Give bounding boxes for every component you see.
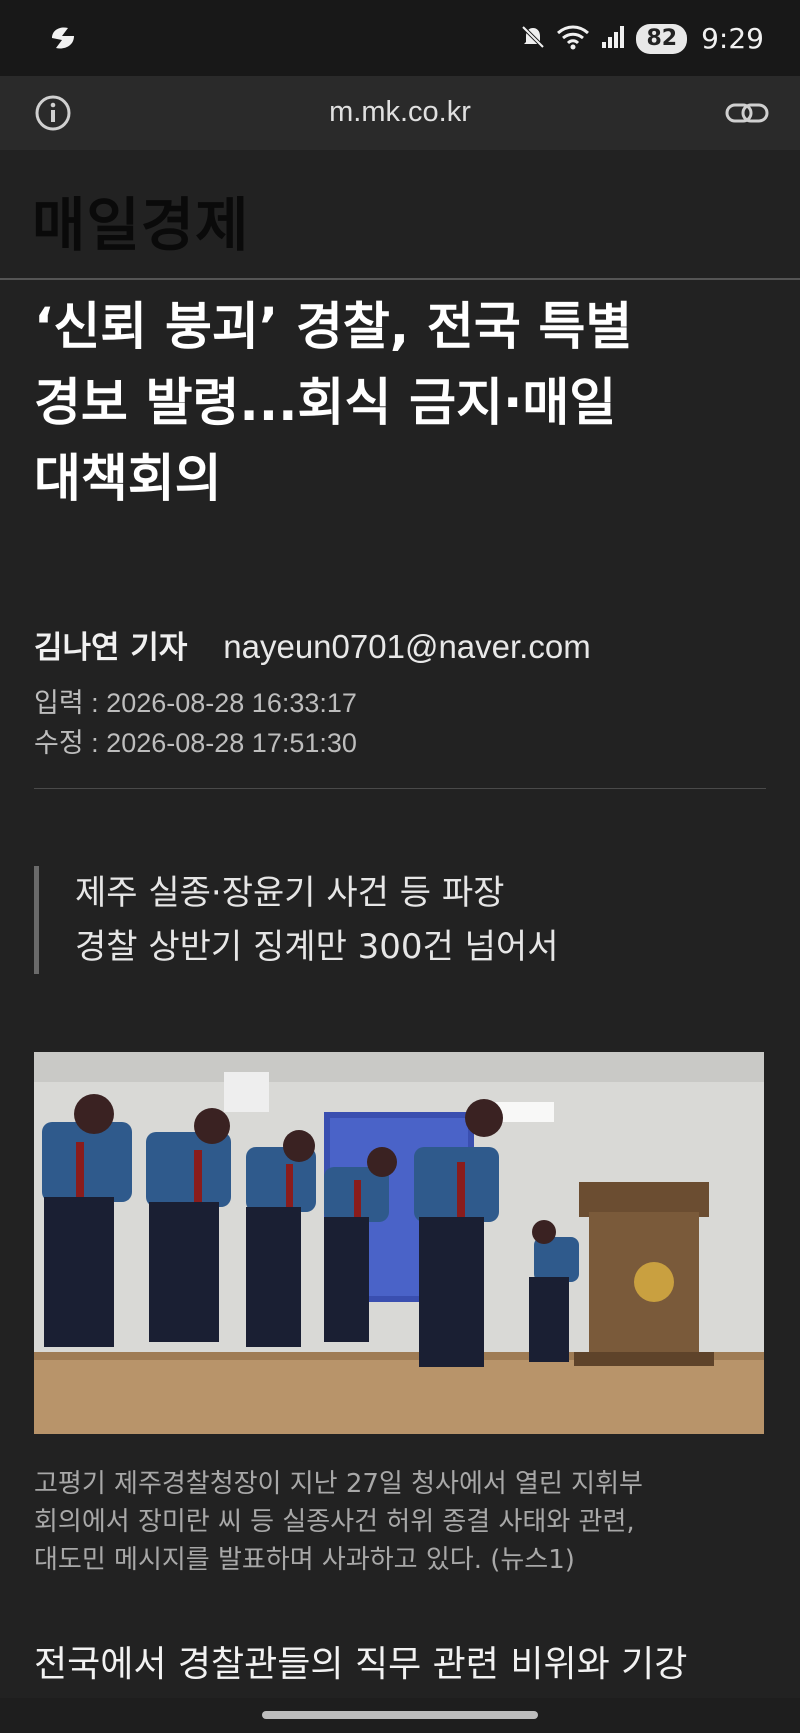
system-navigation-bar (0, 1698, 800, 1733)
caption-line: 회의에서 장미란 씨 등 실종사건 허위 종결 사태와 관련, (34, 1507, 635, 1537)
summary-line: 경찰 상반기 징계만 300건 넘어서 (75, 927, 559, 967)
clock: 9:29 (701, 22, 764, 55)
battery-badge: 82 (636, 23, 688, 54)
mute-icon (520, 24, 546, 54)
author-email[interactable]: nayeun0701@naver.com (223, 628, 590, 665)
signal-icon (600, 24, 626, 54)
caption-line: 대도민 메시지를 발표하며 사과하고 있다. (뉴스1) (34, 1545, 575, 1575)
status-bar: 82 9:29 (0, 0, 800, 76)
summary-line: 제주 실종·장윤기 사건 등 파장 (75, 873, 505, 913)
article-photo[interactable] (34, 1052, 764, 1434)
modified-time: 수정 : 2026-08-28 17:51:30 (34, 728, 357, 758)
url-domain[interactable]: m.mk.co.kr (0, 96, 800, 129)
link-icon[interactable] (724, 100, 770, 130)
site-header: 매일경제 (0, 150, 800, 280)
site-logo[interactable]: 매일경제 (32, 178, 249, 262)
input-time: 입력 : 2026-08-28 16:33:17 (34, 688, 357, 718)
url-bar: m.mk.co.kr (0, 76, 800, 150)
photo-caption: 고평기 제주경찰청장이 지난 27일 청사에서 열린 지휘부 회의에서 장미란 … (34, 1465, 774, 1579)
article-body: 전국에서 경찰관들의 직무 관련 비위와 기강 (34, 1644, 688, 1685)
author-name[interactable]: 김나연 기자 (34, 630, 187, 666)
wifi-icon (556, 24, 590, 54)
caption-line: 고평기 제주경찰청장이 지난 27일 청사에서 열린 지휘부 (34, 1469, 643, 1499)
byline: 김나연 기자 nayeun0701@naver.com (34, 622, 591, 667)
flash-icon (48, 24, 78, 56)
headline-line: ‘신뢰 붕괴’ 경찰, 전국 특별 (34, 298, 633, 357)
article-dates: 입력 : 2026-08-28 16:33:17 수정 : 2026-08-28… (34, 683, 357, 763)
headline-line: 경보 발령...회식 금지·매일 (34, 374, 617, 433)
headline-line: 대책회의 (34, 450, 222, 509)
divider (34, 788, 766, 789)
article-headline: ‘신뢰 붕괴’ 경찰, 전국 특별 경보 발령...회식 금지·매일 대책회의 (34, 290, 774, 518)
gesture-handle[interactable] (262, 1711, 538, 1719)
article-summary: 제주 실종·장윤기 사건 등 파장 경찰 상반기 징계만 300건 넘어서 (34, 866, 795, 974)
